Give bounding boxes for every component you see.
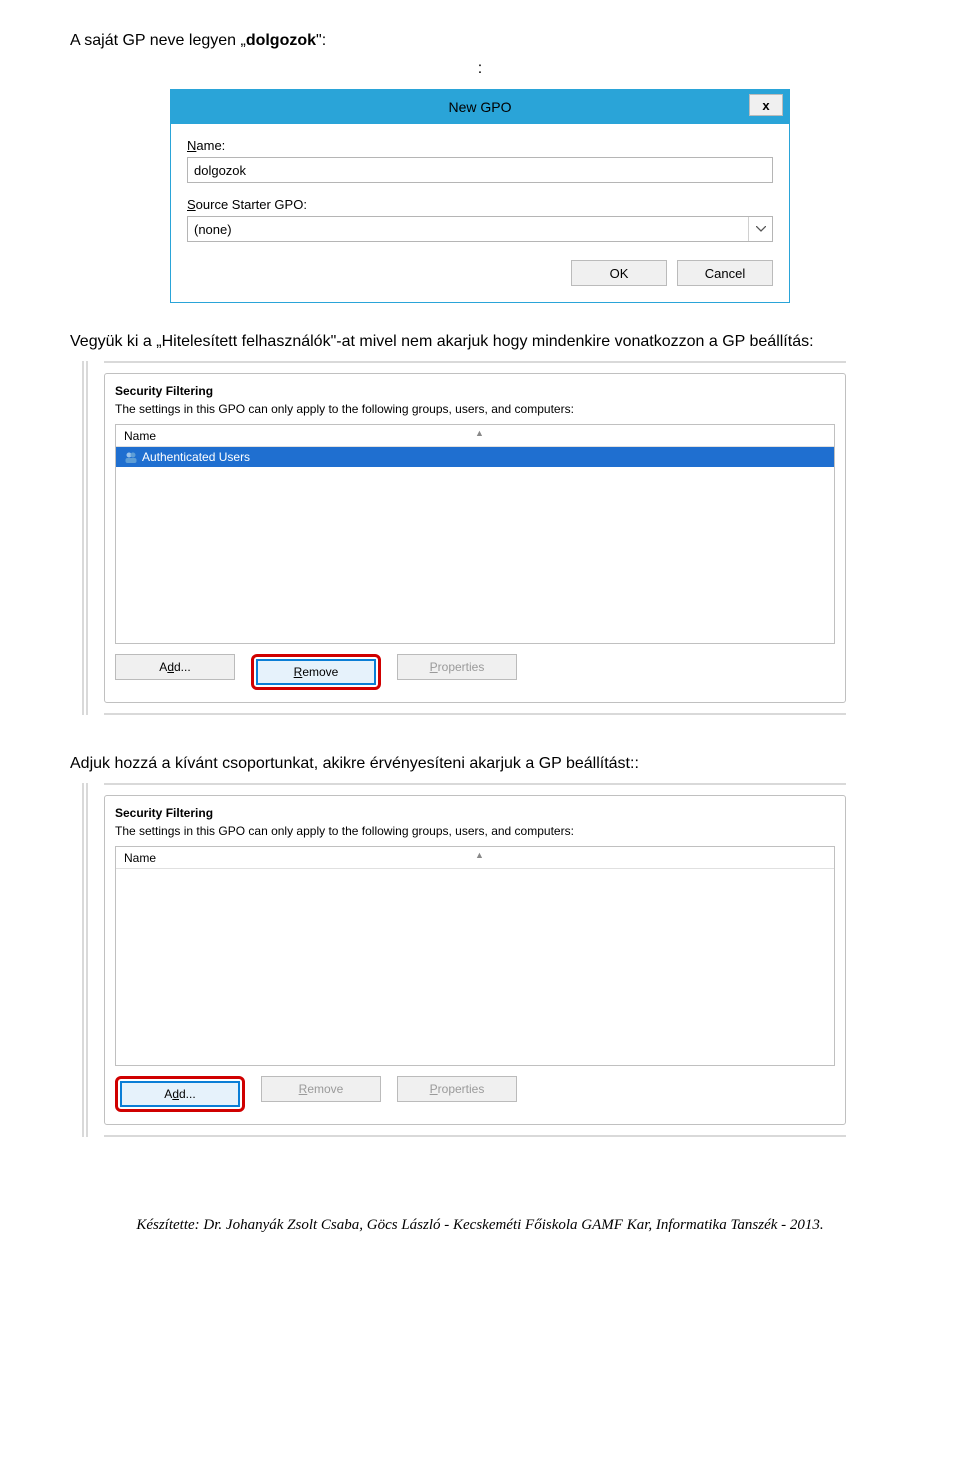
panel-top-border bbox=[104, 783, 846, 785]
security-filtering-panel-2: Security Filtering The settings in this … bbox=[82, 783, 852, 1137]
add-button[interactable]: Add... bbox=[115, 654, 235, 680]
panel-bottom-border bbox=[104, 1135, 846, 1137]
remove-button[interactable]: Remove bbox=[261, 1076, 381, 1102]
list-column-name: Name bbox=[124, 429, 156, 443]
groupbox-title: Security Filtering bbox=[115, 806, 835, 820]
name-input[interactable] bbox=[187, 157, 773, 183]
new-gpo-dialog: New GPO x Name: Source Starter GPO: (non… bbox=[170, 89, 790, 303]
properties-button[interactable]: Properties bbox=[397, 1076, 517, 1102]
dialog-titlebar: New GPO x bbox=[171, 90, 789, 124]
panel-left-border bbox=[82, 361, 88, 715]
panel-top-border bbox=[104, 361, 846, 363]
add-button[interactable]: Add... bbox=[120, 1081, 240, 1107]
properties-button[interactable]: Properties bbox=[397, 654, 517, 680]
list-column-name: Name bbox=[124, 851, 156, 865]
sort-asc-icon: ▲ bbox=[475, 428, 484, 438]
groupbox-note: The settings in this GPO can only apply … bbox=[115, 824, 835, 838]
starter-select[interactable]: (none) bbox=[187, 216, 773, 242]
colon-line: : bbox=[70, 58, 890, 80]
filter-listbox[interactable]: Name ▲ bbox=[115, 846, 835, 1066]
close-button[interactable]: x bbox=[749, 94, 783, 116]
list-item-authenticated-users[interactable]: Authenticated Users bbox=[116, 447, 834, 467]
starter-select-value: (none) bbox=[194, 222, 232, 237]
name-label: Name: bbox=[187, 138, 773, 153]
paragraph-add-group: Adjuk hozzá a kívánt csoportunkat, akikr… bbox=[70, 755, 890, 773]
users-icon bbox=[124, 450, 138, 464]
ok-button[interactable]: OK bbox=[571, 260, 667, 286]
sort-asc-icon: ▲ bbox=[475, 850, 484, 860]
panel-left-border bbox=[82, 783, 88, 1137]
list-header[interactable]: Name ▲ bbox=[116, 425, 834, 447]
dialog-title: New GPO bbox=[181, 99, 779, 115]
groupbox-note: The settings in this GPO can only apply … bbox=[115, 402, 835, 416]
panel-bottom-border bbox=[104, 713, 846, 715]
close-icon: x bbox=[762, 98, 769, 113]
intro-line: A saját GP neve legyen „dolgozok": bbox=[70, 30, 890, 52]
filter-listbox[interactable]: Name ▲ Authenticated Users bbox=[115, 424, 835, 644]
highlight-ring: Remove bbox=[251, 654, 381, 690]
cancel-button[interactable]: Cancel bbox=[677, 260, 773, 286]
security-filtering-panel-1: Security Filtering The settings in this … bbox=[82, 361, 852, 715]
chevron-down-icon bbox=[748, 217, 772, 241]
starter-label: Source Starter GPO: bbox=[187, 197, 773, 212]
list-header[interactable]: Name ▲ bbox=[116, 847, 834, 869]
page-footer: Készítette: Dr. Johanyák Zsolt Csaba, Gö… bbox=[70, 1217, 890, 1234]
list-item-label: Authenticated Users bbox=[142, 450, 250, 464]
remove-button[interactable]: Remove bbox=[256, 659, 376, 685]
groupbox-title: Security Filtering bbox=[115, 384, 835, 398]
highlight-ring: Add... bbox=[115, 1076, 245, 1112]
paragraph-remove-auth-users: Vegyük ki a „Hitelesített felhasználók"-… bbox=[70, 333, 890, 351]
